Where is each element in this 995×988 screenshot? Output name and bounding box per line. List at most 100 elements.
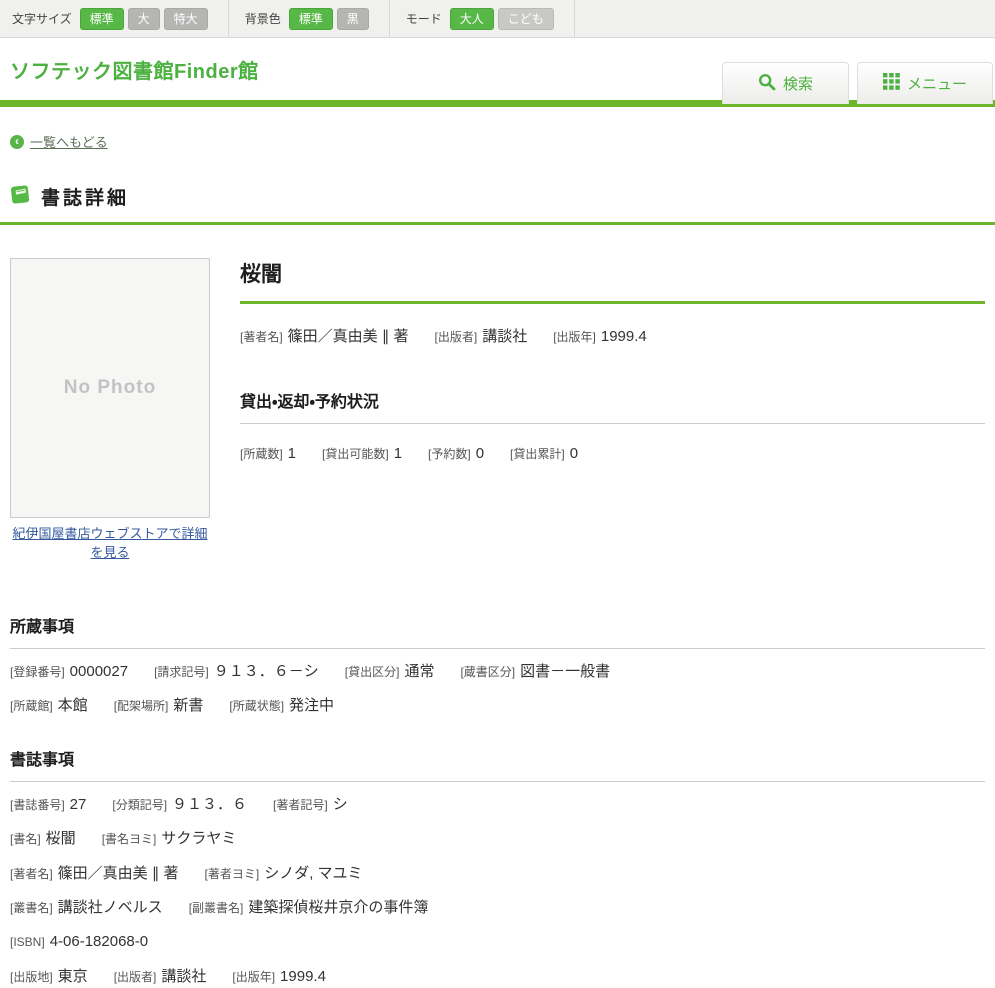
- title-meta: [著者名] 篠田／真由美 ∥ 著 [出版者] 講談社 [出版年] 1999.4: [240, 325, 985, 346]
- book-info-column: 桜闇 [著者名]篠田／真由美 ∥ 著[出版者]講談社[出版年]1999.4 貸出…: [240, 258, 985, 563]
- back-arrow-icon: ‹: [10, 135, 24, 149]
- field-label: [貸出累計]: [510, 447, 565, 461]
- field-value: 1999.4: [280, 968, 326, 985]
- field-label: [出版者]: [435, 330, 478, 344]
- holdings-divider: [10, 648, 985, 649]
- field-row: [出版地]東京[出版者]講談社[出版年]1999.4: [10, 966, 985, 988]
- field: [著者ヨミ]シノダ, マユミ: [205, 863, 363, 885]
- field: [所蔵数]1: [240, 445, 296, 463]
- field-label: [出版年]: [553, 330, 596, 344]
- field-value: 1: [288, 445, 296, 462]
- field: [書名]桜闇: [10, 828, 76, 850]
- field-label: [ISBN]: [10, 935, 45, 949]
- menu-button[interactable]: メニュー: [857, 62, 993, 104]
- holdings-rows: [登録番号]0000027[請求記号]９１３．６－シ[貸出区分]通常[蔵書区分]…: [10, 661, 985, 718]
- toolbar-button[interactable]: 標準: [289, 8, 333, 30]
- status-divider: [240, 423, 985, 424]
- field: [貸出可能数] 1: [322, 445, 402, 463]
- back-to-list-link[interactable]: 一覧へもどる: [30, 132, 108, 151]
- field-row: [所蔵館]本館[配架場所]新書[所蔵状態]発注中: [10, 695, 985, 717]
- cover-column: No Photo 紀伊国屋書店ウェブストアで詳細を見る: [10, 258, 210, 563]
- field: [貸出累計] 0: [510, 445, 578, 463]
- field-value: 0: [476, 445, 484, 462]
- field: [書名ヨミ]サクラヤミ: [102, 828, 237, 850]
- field: [請求記号] ９１３．６－シ: [154, 661, 319, 683]
- menu-button-label: メニュー: [907, 73, 967, 94]
- field-value: 図書－一般書: [520, 663, 610, 680]
- field-label: [所蔵館]: [10, 699, 53, 713]
- search-button[interactable]: 検索: [722, 62, 849, 104]
- status-meta: [所蔵数]1 [貸出可能数] 1 [予約数] 0 [貸出累計] 0: [240, 445, 985, 463]
- field-value: 新書: [173, 697, 203, 714]
- biblio-section-title: 書誌事項: [10, 746, 985, 770]
- field-row: [書誌番号]27[分類記号]９１３．６[著者記号]シ: [10, 794, 985, 816]
- field-value: 講談社: [482, 328, 527, 345]
- book-cover-placeholder: No Photo: [10, 258, 210, 518]
- mode-buttons: 大人こども: [450, 8, 558, 30]
- page-title-row: 書誌詳細: [10, 183, 985, 210]
- field-label: [貸出可能数]: [322, 447, 389, 461]
- field-value: 建築探偵桜井京介の事件簿: [248, 899, 428, 916]
- field: [登録番号] 0000027: [10, 661, 128, 683]
- menu-grid-icon: [883, 73, 900, 94]
- field: [出版者] 講談社: [435, 325, 528, 346]
- mode-group: モード 大人こども: [390, 0, 575, 37]
- field-value: 講談社: [161, 968, 206, 985]
- field: [貸出区分]通常: [345, 661, 435, 683]
- field-label: [請求記号]: [154, 665, 209, 679]
- field-value: 27: [70, 796, 87, 813]
- site-title: ソフテック図書館Finder館: [10, 55, 259, 84]
- field: [著者名] 篠田／真由美 ∥ 著: [240, 325, 409, 346]
- mode-label: モード: [406, 10, 442, 27]
- field-label: [登録番号]: [10, 665, 65, 679]
- field-value: ９１３．６: [172, 796, 247, 813]
- field-label: [予約数]: [428, 447, 471, 461]
- field-value: 講談社ノベルス: [58, 899, 163, 916]
- background-color-group: 背景色 標準黒: [229, 0, 390, 37]
- holdings-section-title: 所蔵事項: [10, 613, 985, 637]
- field: [分類記号] ９１３．６: [112, 794, 247, 816]
- no-photo-label: No Photo: [64, 377, 156, 399]
- field: [所蔵館] 本館: [10, 695, 88, 717]
- field-value: 1: [394, 445, 402, 462]
- site-header: ソフテック図書館Finder館 検索 メニュー: [0, 38, 995, 100]
- field-label: [著者ヨミ]: [205, 867, 260, 881]
- title-divider: [240, 301, 985, 304]
- toolbar-button[interactable]: 標準: [80, 8, 124, 30]
- field-label: [出版地]: [10, 970, 53, 984]
- field-value: ９１３．６－シ: [214, 663, 319, 680]
- field-value: 本館: [58, 697, 88, 714]
- field-label: [著者名]: [10, 867, 53, 881]
- field-label: [著者名]: [240, 330, 283, 344]
- font-size-group: 文字サイズ 標準大特大: [10, 0, 229, 37]
- toolbar-button[interactable]: 大人: [450, 8, 494, 30]
- search-button-label: 検索: [783, 73, 813, 94]
- field: [書誌番号]27: [10, 794, 86, 816]
- status-section-title: 貸出・返却・予約状況: [240, 388, 985, 412]
- field-value: 篠田／真由美 ∥ 著: [58, 865, 179, 882]
- field-value: 1999.4: [601, 328, 647, 345]
- field-label: [配架場所]: [114, 699, 169, 713]
- field-value: 0: [570, 445, 578, 462]
- kinokuniya-store-link[interactable]: 紀伊国屋書店ウェブストアで詳細を見る: [10, 525, 210, 563]
- background-color-label: 背景色: [245, 10, 281, 27]
- field-value: 0000027: [70, 663, 128, 680]
- search-icon: [758, 73, 776, 95]
- font-size-buttons: 標準大特大: [80, 8, 212, 30]
- toolbar-button[interactable]: こども: [498, 8, 554, 30]
- field-label: [出版年]: [232, 970, 275, 984]
- field-value: 篠田／真由美 ∥ 著: [288, 328, 409, 345]
- field: [出版年] 1999.4: [232, 966, 326, 988]
- field: [副叢書名]建築探偵桜井京介の事件簿: [189, 897, 429, 919]
- field-row: [叢書名]講談社ノベルス[副叢書名]建築探偵桜井京介の事件簿: [10, 897, 985, 919]
- page-title: 書誌詳細: [41, 183, 129, 210]
- field-label: [所蔵状態]: [229, 699, 284, 713]
- toolbar-button[interactable]: 黒: [337, 8, 369, 30]
- toolbar-button[interactable]: 特大: [164, 8, 208, 30]
- field-value: シ: [333, 796, 348, 813]
- field-label: [分類記号]: [112, 798, 167, 812]
- field-label: [書名ヨミ]: [102, 832, 157, 846]
- toolbar-button[interactable]: 大: [128, 8, 160, 30]
- biblio-section: 書誌事項 [書誌番号]27[分類記号]９１３．６[著者記号]シ[書名]桜闇[書名…: [10, 746, 985, 988]
- field: [配架場所] 新書: [114, 695, 204, 717]
